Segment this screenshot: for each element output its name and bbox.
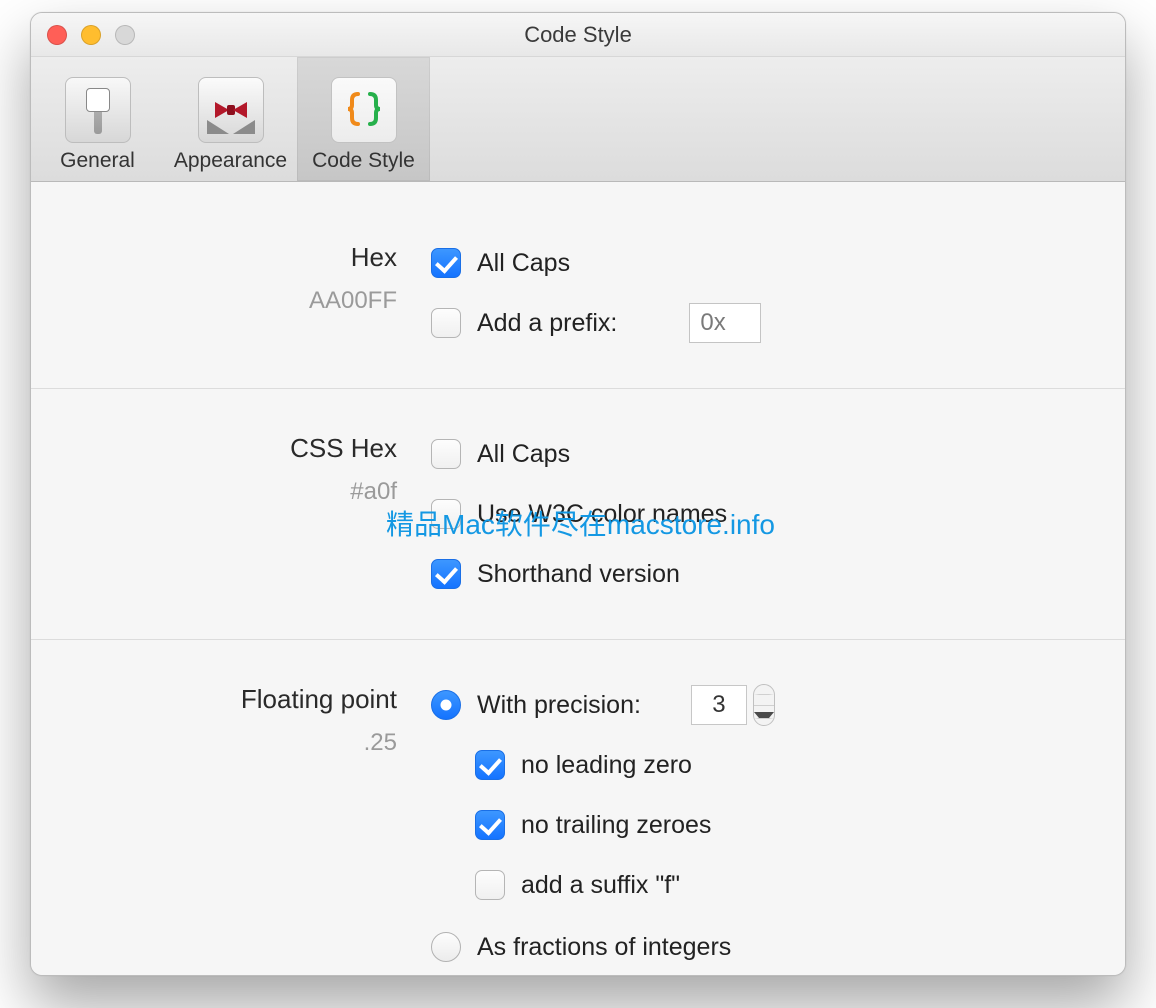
switch-icon [65,77,131,143]
bowtie-icon [198,77,264,143]
checkbox-css-shorthand[interactable] [431,559,461,589]
checkbox-label: Shorthand version [477,560,680,589]
checkbox-label: add a suffix "f" [521,871,680,900]
section-example: AA00FF [71,287,397,315]
checkbox-no-leading-zero[interactable] [475,750,505,780]
radio-label: With precision: [477,691,641,720]
radio-fractions[interactable] [431,932,461,962]
stepper-down[interactable] [754,706,774,726]
section-heading: Hex [71,242,397,273]
tab-label: General [60,149,135,173]
section-heading: CSS Hex [71,433,397,464]
checkbox-no-trailing-zeroes[interactable] [475,810,505,840]
stepper-buttons [753,684,775,726]
toolbar: General Appearance Code Style [31,57,1125,182]
precision-input[interactable] [691,685,747,725]
window-title: Code Style [31,22,1125,48]
tab-code-style[interactable]: Code Style [297,57,430,181]
tab-label: Appearance [174,149,287,173]
tab-appearance[interactable]: Appearance [164,57,297,181]
checkbox-add-suffix-f[interactable] [475,870,505,900]
checkbox-label: All Caps [477,440,570,469]
section-css-hex: CSS Hex #a0f All Caps Use W3C color name… [31,389,1125,640]
checkbox-label: no trailing zeroes [521,811,711,840]
checkbox-label: no leading zero [521,751,692,780]
checkbox-css-all-caps[interactable] [431,439,461,469]
tab-label: Code Style [312,149,415,173]
radio-label: As fractions of integers [477,933,731,962]
section-example: #a0f [71,478,397,506]
titlebar: Code Style [31,13,1125,57]
checkbox-label: All Caps [477,249,570,278]
section-hex: Hex AA00FF All Caps Add a prefix: [31,182,1125,389]
tab-general[interactable]: General [31,57,164,181]
checkbox-label: Add a prefix: [477,309,617,338]
checkbox-css-w3c-names[interactable] [431,499,461,529]
section-heading: Floating point [71,684,397,715]
section-example: .25 [71,729,397,757]
content: Hex AA00FF All Caps Add a prefix: CSS He [31,182,1125,975]
checkbox-hex-add-prefix[interactable] [431,308,461,338]
precision-stepper [691,684,775,726]
checkbox-label: Use W3C color names [477,500,727,529]
prefix-input[interactable] [689,303,761,343]
checkbox-hex-all-caps[interactable] [431,248,461,278]
braces-icon [331,77,397,143]
preferences-window: Code Style General Appearance Code Style [30,12,1126,976]
stepper-up[interactable] [754,685,774,706]
section-float: Floating point .25 With precision: [31,640,1125,975]
radio-with-precision[interactable] [431,690,461,720]
